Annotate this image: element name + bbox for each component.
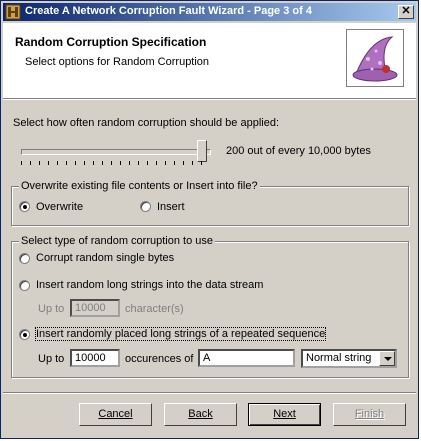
page-title: Random Corruption Specification [15, 35, 207, 49]
overwrite-radio[interactable] [19, 201, 30, 212]
frequency-slider-thumb[interactable] [197, 140, 207, 162]
slider-tick [48, 161, 49, 165]
string-type-value: Normal string [306, 352, 372, 364]
next-button-label: Next [273, 408, 296, 420]
slider-tick [156, 161, 157, 165]
finish-button-label: Finish [354, 408, 385, 420]
slider-tick [165, 161, 166, 165]
insert-radio[interactable] [140, 201, 151, 212]
single-bytes-label[interactable]: Corrupt random single bytes [36, 252, 174, 264]
slider-tick [93, 161, 94, 165]
slider-tick [84, 161, 85, 165]
single-bytes-radio[interactable] [19, 253, 30, 264]
close-icon: ✕ [401, 5, 411, 17]
footer-divider-highlight [3, 393, 416, 394]
slider-tick [66, 161, 67, 165]
slider-tick [192, 161, 193, 165]
finish-button[interactable]: Finish [333, 403, 406, 426]
slider-tick [174, 161, 175, 165]
long-up-to-label: Up to [38, 303, 65, 315]
repeated-count-input[interactable]: 10000 [70, 349, 120, 367]
next-button[interactable]: Next [248, 403, 321, 426]
window-title: Create A Network Corruption Fault Wizard… [25, 5, 312, 17]
slider-tick [39, 161, 40, 165]
app-icon [5, 4, 21, 20]
close-button[interactable]: ✕ [398, 5, 414, 19]
slider-tick [75, 161, 76, 165]
wizard-hat-icon [346, 29, 404, 87]
corruption-type-group-label: Select type of random corruption to use [19, 235, 215, 247]
write-mode-group-label: Overwrite existing file contents or Inse… [19, 180, 260, 192]
slider-tick [30, 161, 31, 165]
frequency-slider-track[interactable] [21, 149, 211, 155]
wizard-header: Random Corruption Specification Select o… [3, 23, 416, 99]
header-divider [3, 99, 416, 100]
cancel-button-label: Cancel [98, 408, 133, 420]
slider-tick [111, 161, 112, 165]
slider-tick [138, 161, 139, 165]
slider-tick [21, 161, 22, 165]
chevron-down-icon[interactable] [379, 351, 395, 366]
wizard-window: Create A Network Corruption Fault Wizard… [0, 0, 419, 439]
slider-tick [102, 161, 103, 165]
repeated-sequence-radio[interactable] [19, 329, 30, 340]
overwrite-radio-label[interactable]: Overwrite [36, 201, 83, 213]
slider-tick [120, 161, 121, 165]
long-unit-label: character(s) [125, 303, 184, 315]
insert-radio-label[interactable]: Insert [157, 201, 185, 213]
frequency-readout: 200 out of every 10,000 bytes [226, 145, 371, 157]
title-bar[interactable]: Create A Network Corruption Fault Wizard… [3, 3, 416, 21]
back-button[interactable]: Back [164, 403, 237, 426]
repeated-sequence-label[interactable]: Insert randomly placed long strings of a… [34, 327, 327, 341]
slider-tick [201, 161, 202, 165]
repeated-up-to-label: Up to [38, 353, 65, 365]
long-count-input[interactable]: 10000 [70, 299, 120, 317]
long-strings-label[interactable]: Insert random long strings into the data… [36, 279, 263, 291]
sequence-input[interactable]: A [198, 349, 295, 367]
slider-tick [147, 161, 148, 165]
slider-tick [183, 161, 184, 165]
cancel-button[interactable]: Cancel [79, 403, 152, 426]
string-type-select[interactable]: Normal string [301, 349, 397, 368]
occurences-label: occurences of [125, 353, 194, 365]
slider-tick [129, 161, 130, 165]
back-button-label: Back [188, 408, 213, 420]
long-strings-radio[interactable] [19, 280, 30, 291]
frequency-prompt: Select how often random corruption shoul… [13, 117, 280, 129]
page-subtitle: Select options for Random Corruption [25, 56, 210, 68]
slider-tick [57, 161, 58, 165]
slider-ticks [21, 161, 209, 165]
